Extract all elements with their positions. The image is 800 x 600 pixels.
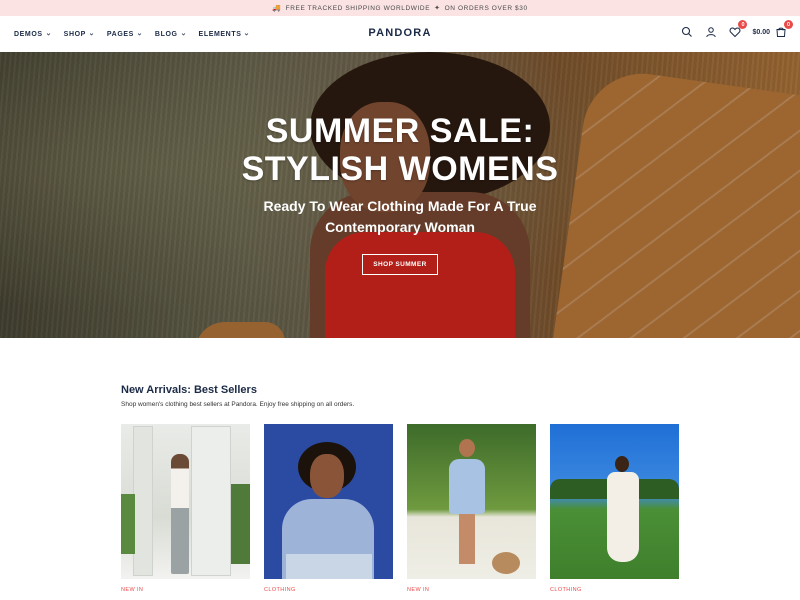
main-nav: DEMOS SHOP PAGES BLOG ELEMENTS <box>14 31 249 38</box>
product-name[interactable] <box>121 596 250 600</box>
nav-label: SHOP <box>63 30 86 38</box>
product-tag[interactable]: NEW IN <box>407 587 536 593</box>
account-button[interactable] <box>704 25 718 39</box>
hero-subtitle: Ready To Wear Clothing Made For A True C… <box>0 196 800 238</box>
product-tag[interactable]: NEW IN <box>121 587 250 593</box>
nav-item-shop[interactable]: SHOP <box>64 31 94 38</box>
nav-label: ELEMENTS <box>198 30 242 38</box>
model-legs <box>459 514 475 564</box>
cart-icon-wrap: 0 <box>774 20 793 39</box>
hero-banner: SUMMER SALE: STYLISH WOMENS Ready To Wea… <box>0 52 800 338</box>
user-icon <box>706 27 717 38</box>
chevron-down-icon <box>46 32 50 35</box>
dog-shape <box>492 552 520 574</box>
nav-label: DEMOS <box>14 30 43 38</box>
model-face <box>310 454 344 498</box>
product-image[interactable] <box>407 424 536 579</box>
chevron-down-icon <box>245 32 249 35</box>
nav-item-blog[interactable]: BLOG <box>155 31 186 38</box>
model-shape <box>447 439 487 569</box>
announcement-bar: 🚚 FREE TRACKED SHIPPING WORLDWIDE ✦ ON O… <box>0 0 800 16</box>
model-dress <box>449 459 485 514</box>
cart-count-badge: 0 <box>784 20 793 29</box>
search-button[interactable] <box>680 25 694 39</box>
product-card[interactable]: NEW IN <box>121 424 250 600</box>
chevron-down-icon <box>137 32 142 35</box>
product-name[interactable] <box>264 596 393 600</box>
site-header: DEMOS SHOP PAGES BLOG ELEMENTS PANDORA 0… <box>0 16 800 52</box>
chevron-down-icon <box>89 32 94 35</box>
hero-subtitle-line2: Contemporary Woman <box>325 219 475 235</box>
header-tools: 0 $0.00 0 <box>680 20 793 39</box>
sparkle-icon: ✦ <box>434 5 441 12</box>
chevron-down-icon <box>181 32 185 35</box>
product-card[interactable]: NEW IN <box>407 424 536 600</box>
model-shape <box>171 454 189 574</box>
model-shape <box>605 456 641 574</box>
section-description: Shop women's clothing best sellers at Pa… <box>121 401 355 408</box>
model-dress <box>607 472 639 562</box>
announcement-text-right: ON ORDERS OVER $30 <box>444 4 528 12</box>
hero-content: SUMMER SALE: STYLISH WOMENS Ready To Wea… <box>0 112 800 275</box>
model-head <box>459 439 475 457</box>
nav-item-pages[interactable]: PAGES <box>107 31 142 38</box>
section-title: New Arrivals: Best Sellers <box>121 384 257 396</box>
product-grid: NEW IN CLOTHING NEW IN CLOTHING <box>121 424 679 600</box>
foliage-shape <box>121 494 135 554</box>
wishlist-count-badge: 0 <box>738 20 748 29</box>
model-jeans <box>286 554 372 579</box>
product-image[interactable] <box>121 424 250 579</box>
truck-icon: 🚚 <box>272 5 282 12</box>
product-image[interactable] <box>550 424 679 579</box>
nav-item-demos[interactable]: DEMOS <box>14 31 51 38</box>
model-head <box>615 456 629 472</box>
hero-title: SUMMER SALE: STYLISH WOMENS <box>0 112 800 188</box>
product-card[interactable]: CLOTHING <box>550 424 679 600</box>
hero-subtitle-line1: Ready To Wear Clothing Made For A True <box>263 198 537 214</box>
new-arrivals-section: New Arrivals: Best Sellers Shop women's … <box>121 384 681 408</box>
product-card[interactable]: CLOTHING <box>264 424 393 600</box>
product-name[interactable] <box>550 596 679 600</box>
nav-label: BLOG <box>154 30 178 38</box>
hero-title-line1: SUMMER SALE: <box>265 112 535 150</box>
site-logo[interactable]: PANDORA <box>368 27 431 39</box>
product-image[interactable] <box>264 424 393 579</box>
shop-summer-button[interactable]: SHOP SUMMER <box>362 254 438 275</box>
wishlist-button[interactable]: 0 <box>728 20 748 39</box>
cart-total: $0.00 <box>752 28 770 36</box>
hero-title-line2: STYLISH WOMENS <box>241 150 559 188</box>
product-tag[interactable]: CLOTHING <box>550 587 679 593</box>
door-shape <box>191 426 231 576</box>
product-tag[interactable]: CLOTHING <box>264 587 393 593</box>
search-icon <box>682 26 693 37</box>
foliage-shape <box>231 484 250 564</box>
cart-button[interactable]: $0.00 0 <box>752 20 793 39</box>
nav-item-elements[interactable]: ELEMENTS <box>199 31 250 38</box>
door-shape <box>133 426 153 576</box>
product-name[interactable] <box>407 596 536 600</box>
announcement-text-left: FREE TRACKED SHIPPING WORLDWIDE <box>285 4 431 12</box>
nav-label: PAGES <box>106 30 134 38</box>
